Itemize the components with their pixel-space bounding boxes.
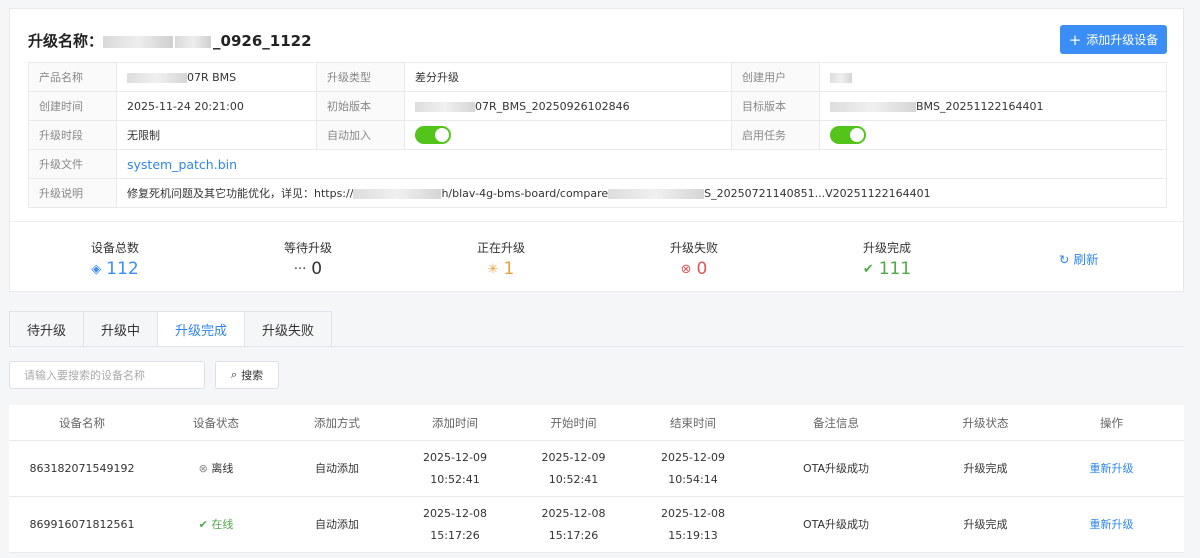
auto-join-cell	[404, 120, 732, 150]
plus-icon: +	[1068, 30, 1082, 49]
page-title: 升级名称： _0926_1122	[28, 30, 312, 51]
period-label: 升级时段	[28, 120, 117, 150]
enable-task-label: 启用任务	[731, 120, 820, 150]
period-value: 无限制	[116, 120, 317, 150]
type-label: 升级类型	[316, 62, 405, 92]
creator-value	[819, 62, 1167, 92]
status-badge: ✔ 在线	[198, 517, 234, 531]
file-cell: system_patch.bin	[116, 149, 1167, 179]
creator-label: 创建用户	[731, 62, 820, 92]
stat-upgrading: 正在升级 ✳ 1	[476, 241, 525, 279]
status-badge: ⊗ 离线	[198, 461, 234, 475]
reupgrade-button[interactable]: 重新升级	[1051, 514, 1172, 536]
init-version-label: 初始版本	[316, 91, 405, 121]
reupgrade-button[interactable]: 重新升级	[1051, 458, 1172, 480]
search-input[interactable]: 请输入要搜索的设备名称	[9, 361, 205, 389]
stat-waiting: 等待升级 ··· 0	[283, 241, 332, 279]
auto-join-toggle[interactable]	[415, 126, 451, 144]
stats-divider	[10, 221, 1183, 222]
tab-failed[interactable]: 升级失败	[244, 311, 333, 347]
product-value: 07R BMS	[116, 62, 317, 92]
add-device-button[interactable]: + 添加升级设备	[1060, 25, 1167, 54]
device-table: 设备名称 设备状态 添加方式 添加时间 开始时间 结束时间 备注信息 升级状态 …	[9, 405, 1184, 553]
created-label: 创建时间	[28, 91, 117, 121]
file-link[interactable]: system_patch.bin	[127, 157, 237, 172]
target-version-label: 目标版本	[731, 91, 820, 121]
refresh-button[interactable]: ↻ 刷新	[1059, 249, 1098, 268]
search-button[interactable]: ⌕ 搜索	[215, 361, 279, 389]
upgrading-icon: ✳	[487, 261, 499, 277]
tab-bar: 待升级 升级中 升级完成 升级失败	[9, 311, 333, 347]
total-icon: ◈	[91, 261, 102, 277]
target-version-value: BMS_20251122164401	[819, 91, 1167, 121]
upgrade-detail-card: 升级名称： _0926_1122 + 添加升级设备 产品名称 07R BMS 升级类…	[9, 8, 1184, 292]
stat-completed: 升级完成 ✔ 111	[862, 241, 912, 279]
file-label: 升级文件	[28, 149, 117, 179]
failed-icon: ⊗	[680, 261, 692, 277]
tab-completed[interactable]: 升级完成	[157, 311, 245, 347]
enable-task-toggle[interactable]	[830, 126, 866, 144]
title-redacted	[103, 35, 174, 48]
type-value: 差分升级	[404, 62, 732, 92]
search-icon: ⌕	[230, 368, 238, 381]
desc-value: 修复死机问题及其它功能优化，详见：https://h/blav-4g-bms-b…	[116, 178, 1167, 208]
title-redacted-2	[175, 35, 212, 48]
online-icon: ✔	[198, 517, 212, 531]
tab-pending[interactable]: 待升级	[9, 311, 84, 347]
enable-task-cell	[819, 120, 1167, 150]
auto-join-label: 自动加入	[316, 120, 405, 150]
created-value: 2025-11-24 20:21:00	[116, 91, 317, 121]
table-row: 869916071812561 ✔ 在线 自动添加 2025-12-08 15:1…	[9, 497, 1184, 553]
waiting-icon: ···	[293, 261, 307, 277]
title-suffix: _0926_1122	[213, 32, 312, 50]
stat-total: 设备总数 ◈ 112	[90, 241, 139, 279]
init-version-value: 07R_BMS_20250926102846	[404, 91, 732, 121]
tab-upgrading[interactable]: 升级中	[83, 311, 158, 347]
completed-icon: ✔	[862, 261, 874, 277]
product-label: 产品名称	[28, 62, 117, 92]
desc-label: 升级说明	[28, 178, 117, 208]
table-header: 设备名称 设备状态 添加方式 添加时间 开始时间 结束时间 备注信息 升级状态 …	[9, 405, 1184, 441]
offline-icon: ⊗	[198, 461, 212, 475]
info-table: 产品名称 07R BMS 升级类型 差分升级 创建用户 创建时间 2025-11…	[28, 62, 1167, 208]
title-prefix: 升级名称：	[28, 32, 104, 50]
table-row: 863182071549192 ⊗ 离线 自动添加 2025-12-09 10:5…	[9, 441, 1184, 497]
refresh-icon: ↻	[1059, 252, 1074, 267]
tab-underline	[9, 346, 1184, 347]
stat-failed: 升级失败 ⊗ 0	[669, 241, 718, 279]
